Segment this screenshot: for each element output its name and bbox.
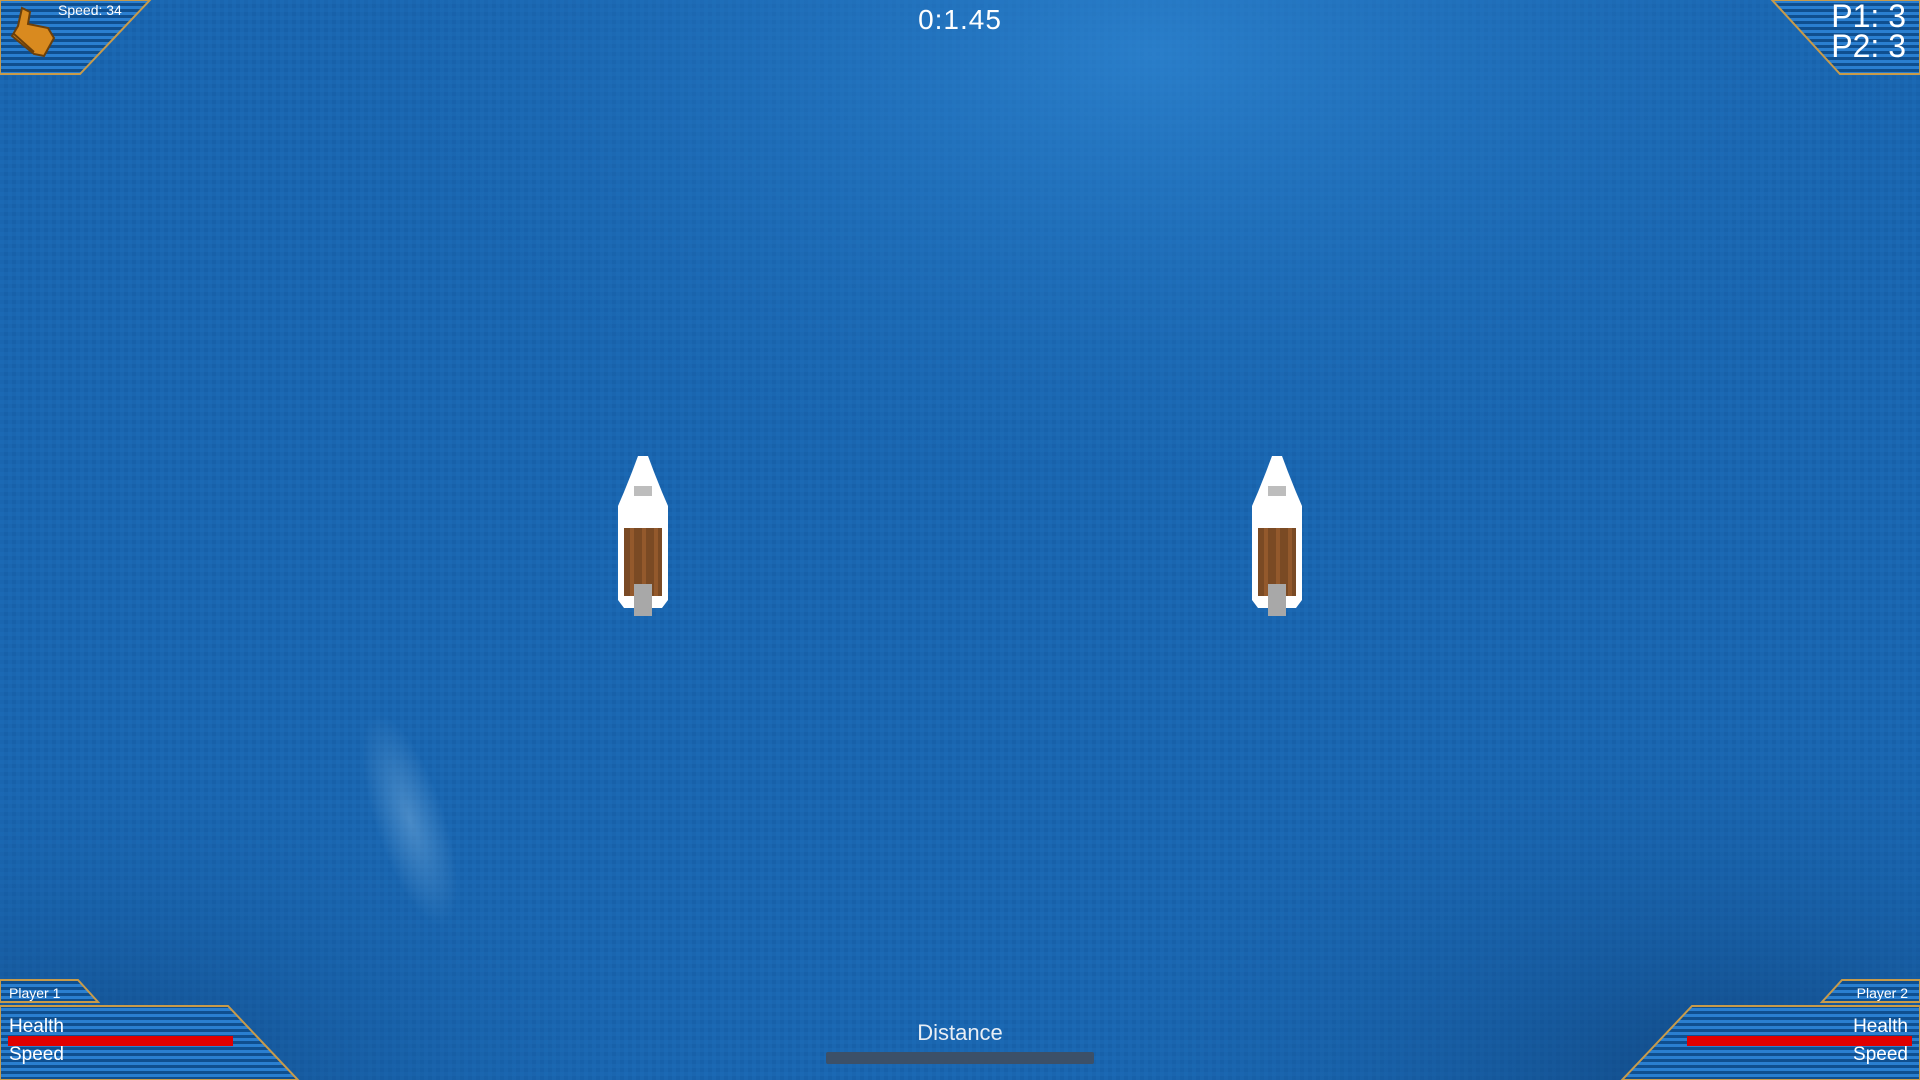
top-left-panel: Speed: 34: [0, 0, 152, 76]
distance-bar: [826, 1052, 1094, 1064]
player-1-name: Player 1: [9, 985, 61, 1001]
boot-icon: [10, 6, 56, 58]
player-2-health-label: Health: [1853, 1016, 1908, 1037]
game-stage: Speed: 34 0:1.45 P1: 3 P2: 3 Player 1 He…: [0, 0, 1920, 1080]
player-2-speed-label: Speed: [1853, 1044, 1908, 1065]
player-1-speed-label: Speed: [9, 1044, 64, 1065]
score-player-2: P2: 3: [1831, 28, 1906, 64]
boat-player-2: [1252, 456, 1302, 616]
boat-player-1: [618, 456, 668, 616]
player-1-health-label: Health: [9, 1016, 64, 1037]
distance-label: Distance: [917, 1020, 1003, 1045]
speed-readout: Speed: 34: [58, 2, 122, 18]
player-2-name: Player 2: [1856, 985, 1908, 1001]
race-timer: 0:1.45: [918, 4, 1002, 35]
water-background: [0, 0, 1920, 1080]
